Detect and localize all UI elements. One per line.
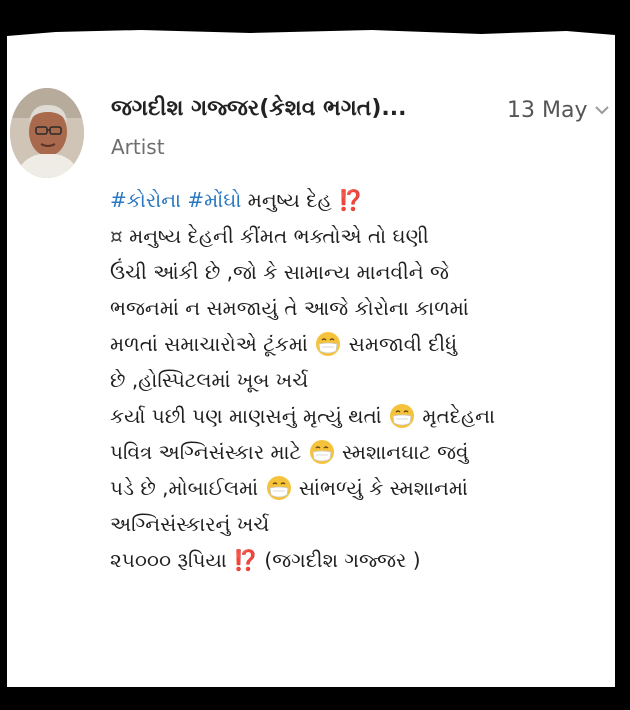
post-line: ભજનમાં ન સમજાયું તે આજે કોરોના કાળમાં xyxy=(110,296,469,320)
post-text: મનુષ્ય દેહની કીંમત ભક્તોએ તો ઘણી xyxy=(129,224,429,248)
interrobang-icon: ⁉️ xyxy=(233,548,259,572)
bullet-symbol: ¤ xyxy=(110,224,123,248)
post-text: (જગદીશ ગજ્જર ) xyxy=(264,548,421,572)
post-line: છે ,હોસ્પિટલમાં ખૂબ ખર્ચ xyxy=(110,368,309,392)
face-with-medical-mask-icon xyxy=(316,332,341,356)
post-text: ૨૫૦૦૦ રૂપિયા xyxy=(110,548,227,572)
post-text: સ્મશાનઘાટ જવું xyxy=(341,440,469,464)
chevron-down-icon[interactable] xyxy=(592,100,612,120)
hashtag-corona[interactable]: #કોરોના xyxy=(110,188,181,212)
author-avatar[interactable] xyxy=(10,88,84,178)
reaction-icon[interactable] xyxy=(352,684,392,710)
avatar-photo xyxy=(10,88,84,178)
face-with-medical-mask-icon xyxy=(390,404,415,428)
post-line: પડે છે ,મોબાઈલમાં સાંભળ્યું કે સ્મશાનમાં xyxy=(110,470,615,506)
post-line: અગ્નિસંસ્કારનું ખર્ચ xyxy=(110,512,270,536)
post-card: જગદીશ ગજ્જર(કેશવ ભગત)... 13 May Artist #… xyxy=(7,30,615,687)
face-with-medical-mask-icon xyxy=(309,440,334,464)
post-text: પવિત્ર અગ્નિસંસ્કાર માટે xyxy=(110,440,302,464)
post-line: ૨૫૦૦૦ રૂપિયા ⁉️ (જગદીશ ગજ્જર ) xyxy=(110,542,615,578)
post-text: મનુષ્ય દેહ xyxy=(247,188,332,212)
post-line: મળતાં સમાચારોએ ટૂંકમાં સમજાવી દીધું xyxy=(110,326,615,362)
hashtag-expensive[interactable]: #મોંઘો xyxy=(187,188,241,212)
author-name[interactable]: જગદીશ ગજ્જર(કેશવ ભગત)... xyxy=(111,96,407,121)
post-text: મૃતદેહના xyxy=(422,404,495,428)
post-text: મળતાં સમાચારોએ ટૂંકમાં xyxy=(110,332,308,356)
post-line: ઉંચી આંકી છે ,જો કે સામાન્ય માનવીને જે xyxy=(110,260,449,284)
post-text: કર્યા પછી પણ માણસનું મૃત્યું થતાં xyxy=(110,404,382,428)
post-text: સાંભળ્યું કે સ્મશાનમાં xyxy=(298,476,468,500)
face-with-medical-mask-icon xyxy=(266,476,291,500)
post-body: #કોરોના #મોંઘો મનુષ્ય દેહ ⁉️ ¤ મનુષ્ય દે… xyxy=(110,182,615,578)
author-role: Artist xyxy=(111,135,165,159)
post-text: સમજાવી દીધું xyxy=(348,332,458,356)
post-line: #કોરોના #મોંઘો મનુષ્ય દેહ ⁉️ xyxy=(110,182,615,218)
post-line: કર્યા પછી પણ માણસનું મૃત્યું થતાં મૃતદેહ… xyxy=(110,398,615,434)
interrobang-icon: ⁉️ xyxy=(338,188,363,212)
post-line: પવિત્ર અગ્નિસંસ્કાર માટે સ્મશાનઘાટ જવું xyxy=(110,434,615,470)
post-date: 13 May xyxy=(507,98,588,123)
post-line: ¤ મનુષ્ય દેહની કીંમત ભક્તોએ તો ઘણી xyxy=(110,218,615,254)
post-text: પડે છે ,મોબાઈલમાં xyxy=(110,476,259,500)
